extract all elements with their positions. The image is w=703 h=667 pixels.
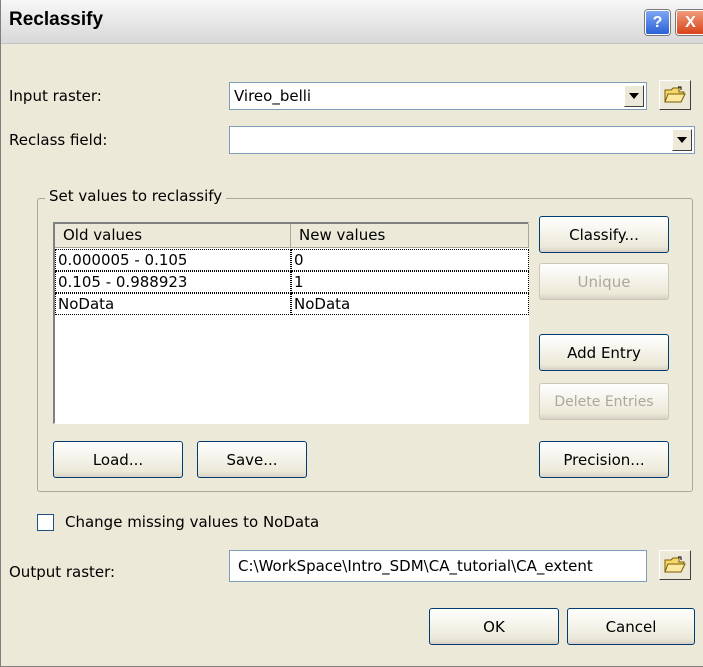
reclassify-dialog: Reclassify ? X Input raster: Vireo_belli… (0, 0, 703, 667)
table-row[interactable]: 0.000005 - 0.105 0 (55, 249, 529, 271)
new-value-cell[interactable]: 0 (291, 249, 529, 271)
input-raster-value: Vireo_belli (234, 87, 312, 105)
reclass-field-combo[interactable] (229, 126, 695, 154)
input-raster-dropdown-button[interactable] (624, 85, 644, 107)
dialog-title: Reclassify (9, 9, 104, 30)
table-row[interactable]: NoData NoData (55, 293, 529, 315)
missing-values-checkbox[interactable] (37, 514, 54, 531)
close-icon: X (685, 13, 696, 31)
column-header-old-values[interactable]: Old values (55, 224, 291, 248)
add-entry-button[interactable]: Add Entry (539, 334, 669, 371)
save-button[interactable]: Save... (197, 441, 307, 478)
ok-button[interactable]: OK (429, 608, 559, 645)
table-row[interactable]: 0.105 - 0.988923 1 (55, 271, 529, 293)
precision-button[interactable]: Precision... (539, 441, 669, 478)
reclass-table[interactable]: Old values New values 0.000005 - 0.105 0… (53, 222, 529, 424)
output-raster-browse-button[interactable] (659, 550, 691, 580)
open-folder-icon (664, 86, 686, 103)
help-button[interactable]: ? (645, 10, 670, 35)
reclass-field-label: Reclass field: (9, 131, 108, 149)
cancel-button[interactable]: Cancel (567, 608, 695, 645)
unique-button[interactable]: Unique (539, 263, 669, 300)
column-header-new-values[interactable]: New values (291, 224, 529, 248)
output-raster-value: C:\WorkSpace\Intro_SDM\CA_tutorial\CA_ex… (238, 557, 593, 575)
group-label: Set values to reclassify (45, 187, 227, 205)
reclass-field-dropdown-button[interactable] (672, 129, 692, 151)
chevron-down-icon (629, 93, 639, 99)
chevron-down-icon (677, 137, 687, 143)
output-raster-label: Output raster: (9, 563, 116, 581)
new-value-cell[interactable]: NoData (291, 293, 529, 315)
title-bar[interactable]: Reclassify ? X (1, 0, 703, 44)
old-value-cell[interactable]: NoData (55, 293, 291, 315)
classify-button[interactable]: Classify... (539, 216, 669, 253)
delete-entries-button[interactable]: Delete Entries (539, 383, 669, 420)
old-value-cell[interactable]: 0.000005 - 0.105 (55, 249, 291, 271)
open-folder-icon (664, 556, 686, 573)
close-button[interactable]: X (676, 10, 703, 35)
help-icon: ? (652, 13, 663, 31)
new-value-cell[interactable]: 1 (291, 271, 529, 293)
old-value-cell[interactable]: 0.105 - 0.988923 (55, 271, 291, 293)
missing-values-label[interactable]: Change missing values to NoData (65, 513, 319, 531)
output-raster-field[interactable]: C:\WorkSpace\Intro_SDM\CA_tutorial\CA_ex… (229, 550, 647, 582)
load-button[interactable]: Load... (53, 441, 183, 478)
input-raster-combo[interactable]: Vireo_belli (229, 82, 647, 110)
input-raster-label: Input raster: (9, 87, 102, 105)
input-raster-browse-button[interactable] (659, 80, 691, 110)
